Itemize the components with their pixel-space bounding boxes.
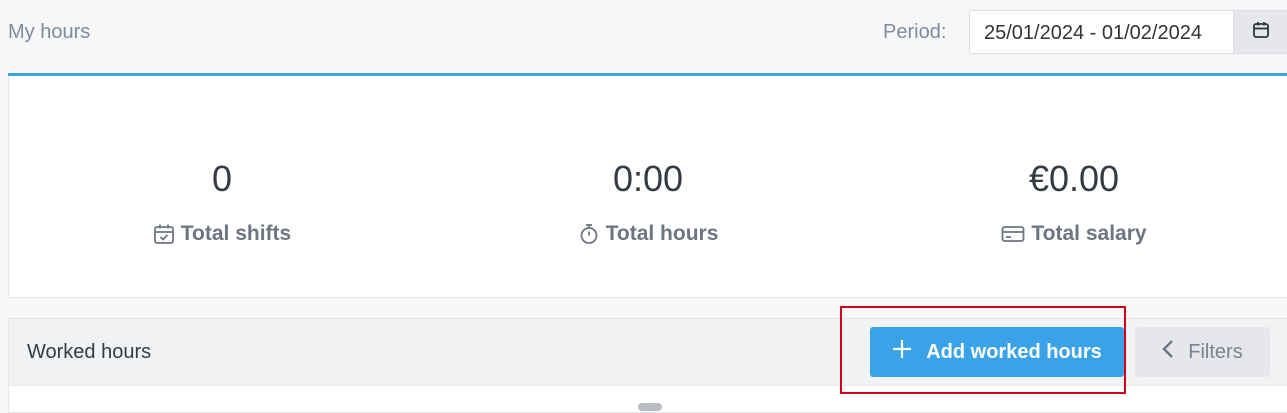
stat-label-row: Total salary	[861, 222, 1287, 246]
summary-panel: 0 Total shifts 0:00 Total hours €0.00 To…	[8, 76, 1287, 298]
section-title: Worked hours	[27, 341, 152, 363]
period-label: Period:	[883, 21, 947, 43]
chevron-left-icon	[1162, 339, 1174, 365]
credit-card-icon	[1001, 223, 1025, 245]
stat-value: 0:00	[612, 158, 684, 199]
stat-label-row: Total hours	[435, 222, 861, 246]
stopwatch-icon	[578, 223, 600, 245]
worked-hours-section: Worked hours Add worked hours Filters	[8, 306, 1287, 413]
stat-total-salary: €0.00 Total salary	[861, 76, 1287, 298]
stat-label: Total salary	[1031, 222, 1147, 245]
highlight-box	[840, 306, 1126, 394]
stat-value: €0.00	[1028, 158, 1120, 199]
top-bar: My hours Period: 25/01/2024 - 01/02/2024	[0, 0, 1287, 73]
filters-label: Filters	[1188, 340, 1243, 363]
stat-label: Total hours	[605, 222, 719, 245]
stat-label-row: Total shifts	[9, 222, 435, 246]
stat-value: 0	[211, 158, 233, 199]
calendar-button[interactable]	[1233, 10, 1287, 54]
calendar-check-icon	[153, 223, 175, 245]
calendar-icon	[1252, 21, 1270, 44]
section-header: Worked hours Add worked hours Filters	[9, 306, 1287, 394]
scroll-handle[interactable]	[638, 403, 662, 411]
stat-total-shifts: 0 Total shifts	[9, 76, 435, 298]
stat-label: Total shifts	[180, 222, 292, 245]
filters-button[interactable]: Filters	[1135, 327, 1270, 377]
stat-total-hours: 0:00 Total hours	[435, 76, 861, 298]
page-title: My hours	[8, 21, 91, 43]
period-input[interactable]: 25/01/2024 - 01/02/2024	[969, 10, 1233, 54]
